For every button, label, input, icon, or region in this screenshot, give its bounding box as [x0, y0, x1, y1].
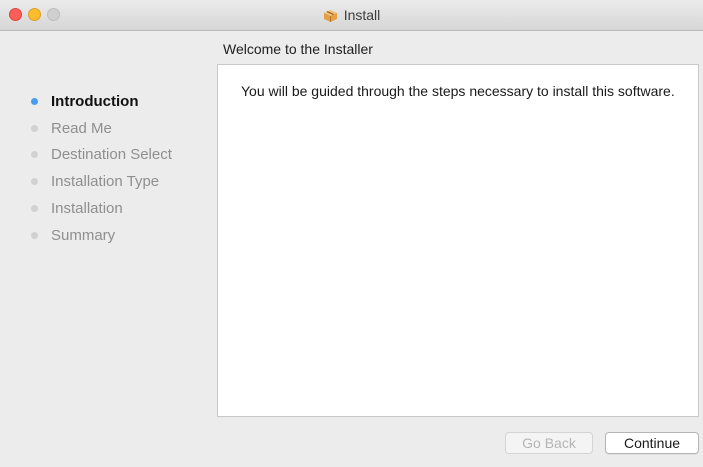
- step-indicator-dot: [31, 124, 38, 132]
- step-label: Summary: [51, 226, 116, 244]
- step-label: Installation Type: [51, 173, 160, 191]
- step-indicator-dot: [31, 97, 38, 105]
- step-label: Read Me: [51, 119, 112, 137]
- step-label: Installation: [51, 200, 123, 218]
- window-title-group: Install: [0, 0, 703, 30]
- package-icon: [323, 8, 338, 23]
- step-introduction: Introduction: [0, 88, 210, 115]
- step-label: Introduction: [51, 92, 139, 110]
- step-summary: Summary: [0, 222, 210, 249]
- step-indicator-dot: [31, 205, 38, 213]
- window-title: Install: [343, 7, 381, 23]
- step-installation-type: Installation Type: [0, 168, 210, 195]
- step-destination-select: Destination Select: [0, 142, 210, 169]
- step-indicator-dot: [31, 178, 38, 186]
- step-installation: Installation: [0, 195, 210, 222]
- pane-title: Welcome to the Installer: [223, 41, 373, 57]
- step-label: Destination Select: [51, 146, 172, 164]
- step-list: Introduction Read Me Destination Select …: [0, 88, 210, 249]
- go-back-button[interactable]: Go Back: [505, 432, 593, 454]
- intro-text: You will be guided through the steps nec…: [241, 83, 675, 99]
- installer-window: Install Welcome to the Installer Introdu…: [0, 0, 703, 467]
- continue-button[interactable]: Continue: [605, 432, 699, 454]
- title-bar[interactable]: Install: [0, 0, 703, 31]
- step-read-me: Read Me: [0, 115, 210, 142]
- content-pane[interactable]: You will be guided through the steps nec…: [217, 64, 699, 417]
- step-indicator-dot: [31, 231, 38, 239]
- step-indicator-dot: [31, 151, 38, 159]
